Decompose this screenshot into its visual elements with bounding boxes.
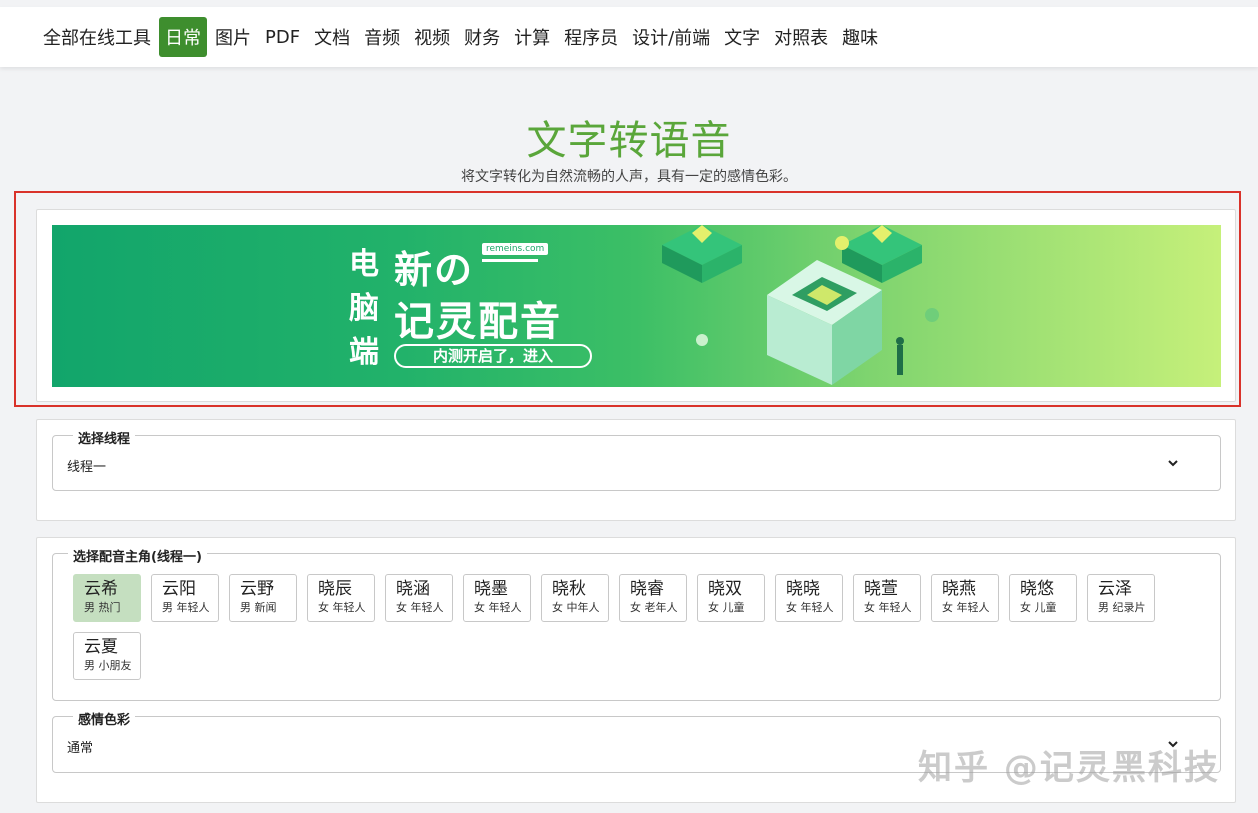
nav-item-7[interactable]: 财务 [458, 17, 506, 57]
voice-tag: 女 年轻人 [474, 601, 522, 614]
nav-item-0[interactable]: 全部在线工具 [37, 17, 157, 57]
voice-name: 晓涵 [396, 579, 430, 599]
voice-name: 云夏 [84, 637, 118, 657]
voice-tag: 男 年轻人 [162, 601, 210, 614]
voice-tag: 女 年轻人 [396, 601, 444, 614]
voice-name: 晓晓 [786, 579, 820, 599]
thread-select-card: 选择线程 线程一 [36, 419, 1236, 521]
voice-option[interactable]: 晓墨女 年轻人 [463, 574, 531, 622]
nav-item-13[interactable]: 趣味 [836, 17, 884, 57]
voice-tag: 女 年轻人 [942, 601, 990, 614]
voice-option[interactable]: 云野男 新闻 [229, 574, 297, 622]
thread-select[interactable]: 选择线程 线程一 [52, 428, 1221, 491]
voice-option[interactable]: 晓萱女 年轻人 [853, 574, 921, 622]
voice-tag: 女 年轻人 [318, 601, 366, 614]
watermark: 知乎 @记灵黑科技 [918, 748, 1220, 788]
nav-item-2[interactable]: 图片 [209, 17, 257, 57]
voice-tag: 女 儿童 [1020, 601, 1057, 614]
voice-name: 云希 [84, 579, 118, 599]
nav-item-11[interactable]: 文字 [718, 17, 766, 57]
voice-tag: 男 小朋友 [84, 659, 132, 672]
voice-name: 晓萱 [864, 579, 898, 599]
voice-option[interactable]: 晓悠女 儿童 [1009, 574, 1077, 622]
voice-name: 晓燕 [942, 579, 976, 599]
top-nav: 全部在线工具 日常 图片 PDF 文档 音频 视频 财务 计算 程序员 设计/前端 文字 对照表 趣味 [0, 7, 1258, 67]
nav-item-12[interactable]: 对照表 [768, 17, 834, 57]
nav-item-8[interactable]: 计算 [508, 17, 556, 57]
voice-tag: 男 新闻 [240, 601, 277, 614]
nav-item-1[interactable]: 日常 [159, 17, 207, 57]
nav-item-4[interactable]: 文档 [308, 17, 356, 57]
voice-option[interactable]: 晓晓女 年轻人 [775, 574, 843, 622]
voice-name: 云阳 [162, 579, 196, 599]
voice-tag: 男 纪录片 [1098, 601, 1146, 614]
nav-item-5[interactable]: 音频 [358, 17, 406, 57]
emotion-select-value: 通常 [67, 741, 94, 756]
voice-option[interactable]: 晓双女 儿童 [697, 574, 765, 622]
nav-item-10[interactable]: 设计/前端 [626, 17, 716, 57]
voice-tag: 女 年轻人 [864, 601, 912, 614]
voice-tag: 女 老年人 [630, 601, 678, 614]
voice-tag: 男 热门 [84, 601, 121, 614]
voice-name: 晓悠 [1020, 579, 1054, 599]
page-title: 文字转语音 [526, 118, 732, 164]
voice-option[interactable]: 云阳男 年轻人 [151, 574, 219, 622]
nav-item-6[interactable]: 视频 [408, 17, 456, 57]
emotion-select-label: 感情色彩 [73, 709, 136, 728]
voice-name: 晓秋 [552, 579, 586, 599]
chevron-down-icon [1168, 460, 1178, 467]
page-subtitle: 将文字转化为自然流畅的人声，具有一定的感情色彩。 [461, 169, 797, 185]
nav-item-9[interactable]: 程序员 [558, 17, 624, 57]
nav-item-3[interactable]: PDF [259, 20, 306, 55]
voice-select-label: 选择配音主角(线程一) [68, 546, 207, 565]
voice-tag: 女 儿童 [708, 601, 745, 614]
voice-name: 云野 [240, 579, 274, 599]
voice-option[interactable]: 云夏男 小朋友 [73, 632, 141, 680]
highlight-box [14, 191, 1241, 407]
voice-name: 云泽 [1098, 579, 1132, 599]
thread-select-value: 线程一 [67, 460, 107, 475]
voice-name: 晓双 [708, 579, 742, 599]
voice-tag: 女 年轻人 [786, 601, 834, 614]
voice-option[interactable]: 晓涵女 年轻人 [385, 574, 453, 622]
voice-option[interactable]: 晓睿女 老年人 [619, 574, 687, 622]
voice-option[interactable]: 晓秋女 中年人 [541, 574, 609, 622]
voice-name: 晓睿 [630, 579, 664, 599]
voice-option[interactable]: 晓辰女 年轻人 [307, 574, 375, 622]
voice-option[interactable]: 晓燕女 年轻人 [931, 574, 999, 622]
thread-select-label: 选择线程 [73, 428, 136, 447]
voice-name: 晓墨 [474, 579, 508, 599]
voice-option[interactable]: 云希男 热门 [73, 574, 141, 622]
voice-option[interactable]: 云泽男 纪录片 [1087, 574, 1155, 622]
voice-grid: 云希男 热门 云阳男 年轻人 云野男 新闻 晓辰女 年轻人 晓涵女 年轻人 晓墨女 年轻人… [73, 574, 1193, 690]
voice-tag: 女 中年人 [552, 601, 600, 614]
voice-name: 晓辰 [318, 579, 352, 599]
